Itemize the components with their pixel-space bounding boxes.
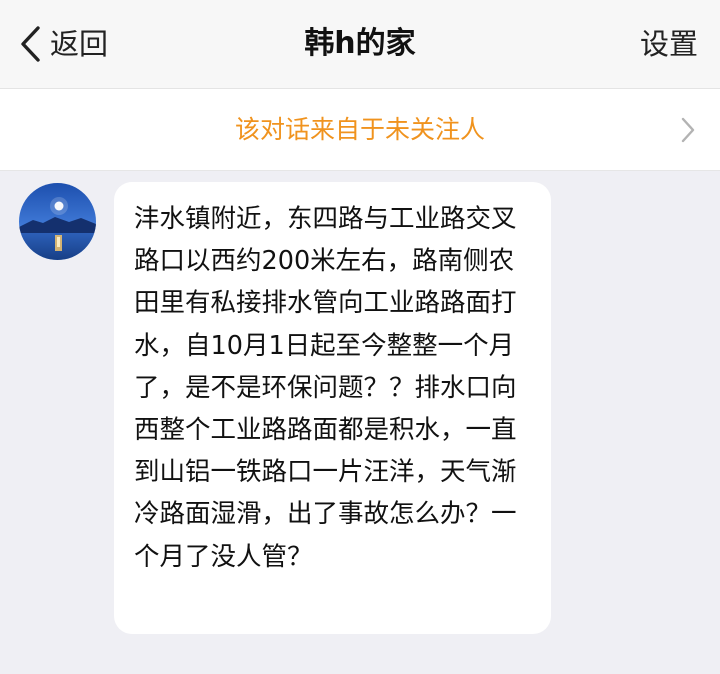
message-bubble[interactable]: 沣水镇附近，东四路与工业路交叉路口以西约200米左右，路南侧农田里有私接排水管向… — [114, 182, 551, 634]
navigation-bar: 返回 韩h的家 设置 — [0, 0, 720, 89]
settings-button[interactable]: 设置 — [640, 22, 698, 66]
chevron-right-icon — [681, 117, 695, 143]
page-title: 韩h的家 — [304, 26, 416, 61]
unfollowed-notice-bar[interactable]: 该对话来自于未关注人 — [0, 89, 720, 171]
notice-text: 该对话来自于未关注人 — [234, 115, 485, 144]
avatar-landscape-image — [19, 183, 96, 260]
avatar[interactable] — [19, 183, 96, 260]
message-text: 沣水镇附近，东四路与工业路交叉路口以西约200米左右，路南侧农田里有私接排水管向… — [134, 204, 517, 572]
